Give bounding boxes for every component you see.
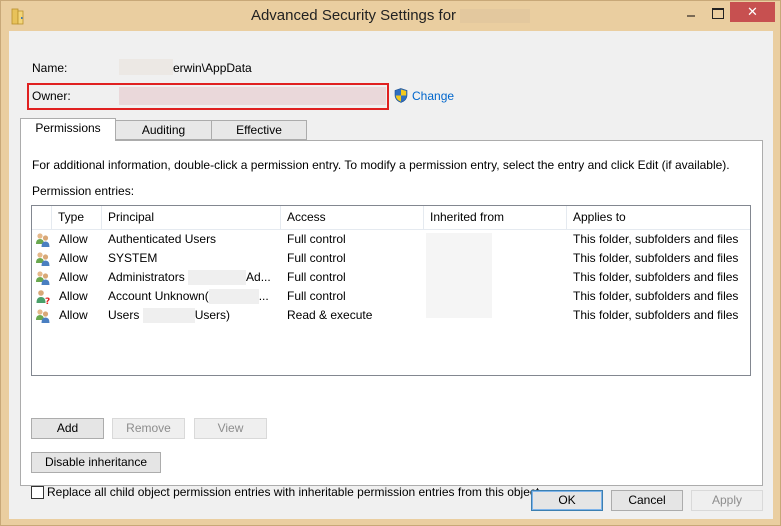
uac-shield-icon xyxy=(394,88,408,103)
entry-access: Full control xyxy=(287,270,346,284)
entry-principal: Account Unknown( xyxy=(108,289,209,303)
replace-child-permissions-checkbox[interactable] xyxy=(31,485,44,499)
tab-permissions[interactable]: Permissions xyxy=(20,118,116,141)
svg-text:?: ? xyxy=(45,297,50,305)
window-title: Advanced Security Settings for xyxy=(1,7,780,24)
disable-inheritance-button[interactable]: Disable inheritance xyxy=(31,452,161,473)
view-button[interactable]: View xyxy=(194,418,267,439)
list-item[interactable]: ? Allow Account Unknown(... Full control… xyxy=(32,287,750,306)
redacted-name-prefix xyxy=(119,59,173,75)
entry-applies-to: This folder, subfolders and files xyxy=(573,270,739,284)
column-header-icon[interactable] xyxy=(32,206,52,229)
entry-applies-to: This folder, subfolders and files xyxy=(573,251,739,265)
replace-child-permissions-label: Replace all child object permission entr… xyxy=(47,485,540,499)
tab-strip: Permissions Auditing Effective Access xyxy=(20,118,307,156)
entry-type: Allow xyxy=(59,232,88,246)
dialog-client-area: Name: erwin\AppData Owner: Change Permis… xyxy=(9,31,773,519)
remove-button[interactable]: Remove xyxy=(112,418,185,439)
redacted-principal xyxy=(188,270,247,286)
entry-access: Full control xyxy=(287,232,346,246)
redacted-path xyxy=(460,9,531,24)
entry-principal-suffix: ... xyxy=(258,289,269,303)
list-item[interactable]: Allow Administrators Ad... Full control … xyxy=(32,268,750,287)
list-item[interactable]: Allow Authenticated Users Full control T… xyxy=(32,230,750,249)
users-group-icon xyxy=(36,309,50,323)
replace-child-permissions-option[interactable]: Replace all child object permission entr… xyxy=(31,485,539,499)
minimize-button[interactable] xyxy=(683,2,707,22)
column-header-inherited-from[interactable]: Inherited from xyxy=(424,206,567,229)
entry-principal: SYSTEM xyxy=(108,251,158,265)
entry-access: Read & execute xyxy=(287,308,373,322)
entry-principal-wrapper: Administrators Ad... xyxy=(108,268,271,287)
advanced-security-window: Advanced Security Settings for ✕ Name: e… xyxy=(0,0,781,526)
entry-principal: Authenticated Users xyxy=(108,232,217,246)
entry-access: Full control xyxy=(287,251,346,265)
cancel-button[interactable]: Cancel xyxy=(611,490,683,511)
unknown-account-icon: ? xyxy=(36,290,50,305)
entry-principal-wrapper: Users Users) xyxy=(108,306,230,325)
ok-button[interactable]: OK xyxy=(531,490,603,511)
apply-button[interactable]: Apply xyxy=(691,490,763,511)
change-owner-link[interactable]: Change xyxy=(394,88,454,103)
entry-type: Allow xyxy=(59,270,88,284)
entry-type: Allow xyxy=(59,251,88,265)
redacted-principal xyxy=(208,289,259,305)
window-title-text: Advanced Security Settings for xyxy=(250,7,457,24)
column-header-access[interactable]: Access xyxy=(281,206,424,229)
entry-applies-to: This folder, subfolders and files xyxy=(573,308,739,322)
close-button[interactable]: ✕ xyxy=(730,2,775,22)
title-bar[interactable]: Advanced Security Settings for ✕ xyxy=(1,1,780,31)
redacted-principal xyxy=(142,308,195,324)
close-icon: ✕ xyxy=(747,4,758,19)
entry-applies-to: This folder, subfolders and files xyxy=(573,232,739,246)
permission-entries-list[interactable]: Type Principal Access Inherited from App… xyxy=(31,205,751,376)
entry-principal-wrapper: Account Unknown(... xyxy=(108,287,269,306)
column-header-type[interactable]: Type xyxy=(52,206,102,229)
entry-type: Allow xyxy=(59,308,88,322)
name-value: erwin\AppData xyxy=(173,61,252,75)
users-group-icon xyxy=(36,252,50,266)
permission-entries-label: Permission entries: xyxy=(32,184,135,198)
owner-label: Owner: xyxy=(32,89,71,103)
column-header-principal[interactable]: Principal xyxy=(102,206,281,229)
list-item[interactable]: Allow Users Users) Read & execute This f… xyxy=(32,306,750,325)
entry-applies-to: This folder, subfolders and files xyxy=(573,289,739,303)
list-item[interactable]: Allow SYSTEM Full control This folder, s… xyxy=(32,249,750,268)
entry-principal-suffix: Users) xyxy=(194,308,231,322)
name-label: Name: xyxy=(32,61,68,75)
entry-access: Full control xyxy=(287,289,346,303)
permissions-panel: For additional information, double-click… xyxy=(20,140,763,499)
users-group-icon xyxy=(36,271,50,285)
info-text: For additional information, double-click… xyxy=(32,158,730,172)
list-header: Type Principal Access Inherited from App… xyxy=(32,206,750,230)
users-group-icon xyxy=(36,233,50,247)
redacted-owner-value xyxy=(119,87,386,105)
change-link-text: Change xyxy=(412,88,455,103)
entry-type: Allow xyxy=(59,289,88,303)
add-button[interactable]: Add xyxy=(31,418,104,439)
column-header-applies-to[interactable]: Applies to xyxy=(567,206,750,229)
entry-principal-suffix: Ad... xyxy=(246,270,271,284)
tab-auditing[interactable]: Auditing xyxy=(115,120,212,140)
tab-effective-access[interactable]: Effective Access xyxy=(211,120,307,156)
entry-principal: Administrators xyxy=(108,270,185,284)
entry-principal: Users xyxy=(108,308,140,322)
